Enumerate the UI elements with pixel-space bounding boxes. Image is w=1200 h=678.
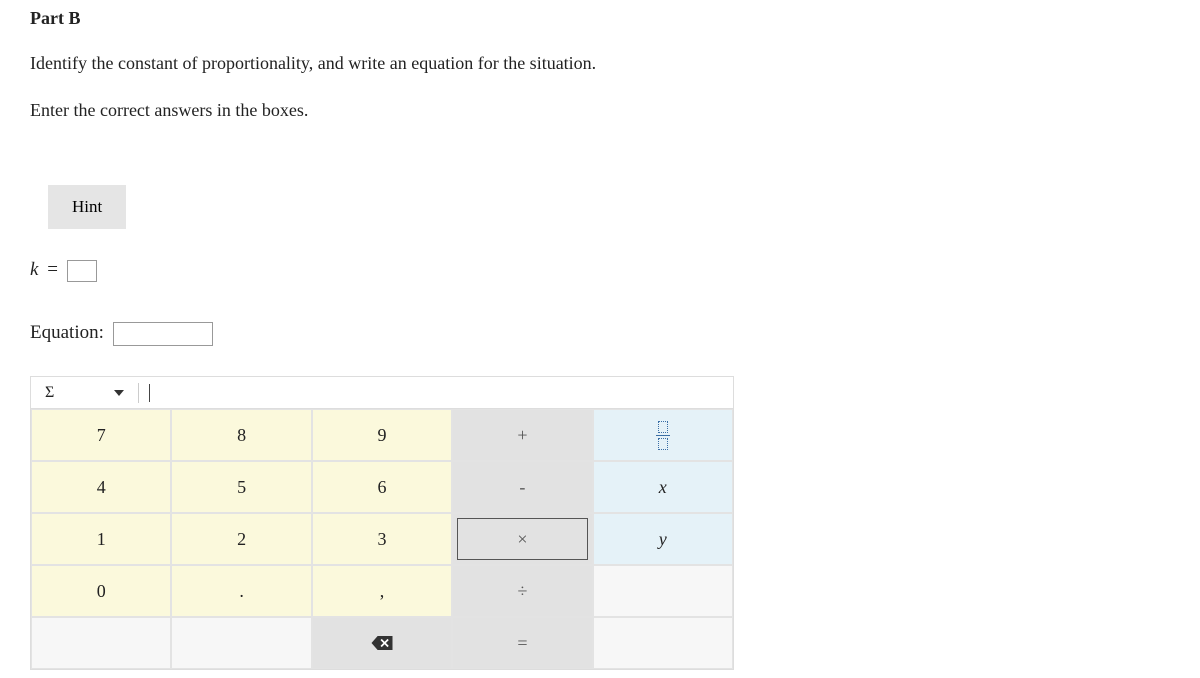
key-divide[interactable]: ÷ [452,565,592,617]
key-y[interactable]: y [593,513,733,565]
backspace-icon [371,636,393,650]
key-blank-2 [31,617,171,669]
instruction-1: Identify the constant of proportionality… [30,51,1170,76]
key-3[interactable]: 3 [312,513,452,565]
key-blank-3 [171,617,311,669]
key-equals[interactable]: = [452,617,592,669]
equation-row: Equation: [30,322,1170,346]
symbol-category-dropdown[interactable]: Σ [39,382,130,404]
key-8[interactable]: 8 [171,409,311,461]
k-value-input[interactable] [67,260,97,282]
k-equals-row: k = [30,259,1170,282]
key-decimal[interactable]: . [171,565,311,617]
equation-input[interactable] [113,322,213,346]
sigma-icon: Σ [45,384,54,402]
instruction-2: Enter the correct answers in the boxes. [30,98,1170,123]
key-9[interactable]: 9 [312,409,452,461]
key-1[interactable]: 1 [31,513,171,565]
key-blank-4 [593,617,733,669]
math-keypad: Σ 7 8 9 + 4 5 6 - x 1 2 3 × y 0 . [30,376,734,670]
chevron-down-icon [114,390,124,396]
key-2[interactable]: 2 [171,513,311,565]
toolbar-divider [138,383,139,403]
key-comma[interactable]: , [312,565,452,617]
fraction-icon [656,421,670,450]
hint-button[interactable]: Hint [48,185,126,229]
equals-sign: = [47,259,58,280]
keypad-toolbar: Σ [31,377,733,409]
variable-k: k [30,259,38,280]
key-6[interactable]: 6 [312,461,452,513]
key-blank-1 [593,565,733,617]
keypad-grid: 7 8 9 + 4 5 6 - x 1 2 3 × y 0 . , ÷ [31,409,733,669]
key-fraction[interactable] [593,409,733,461]
toolbar-cursor-icon [149,384,150,402]
key-0[interactable]: 0 [31,565,171,617]
key-x[interactable]: x [593,461,733,513]
key-minus[interactable]: - [452,461,592,513]
part-title: Part B [30,8,1170,29]
key-multiply[interactable]: × [452,513,592,565]
key-4[interactable]: 4 [31,461,171,513]
equation-label: Equation: [30,322,104,343]
key-backspace[interactable] [312,617,452,669]
key-7[interactable]: 7 [31,409,171,461]
key-plus[interactable]: + [452,409,592,461]
key-5[interactable]: 5 [171,461,311,513]
